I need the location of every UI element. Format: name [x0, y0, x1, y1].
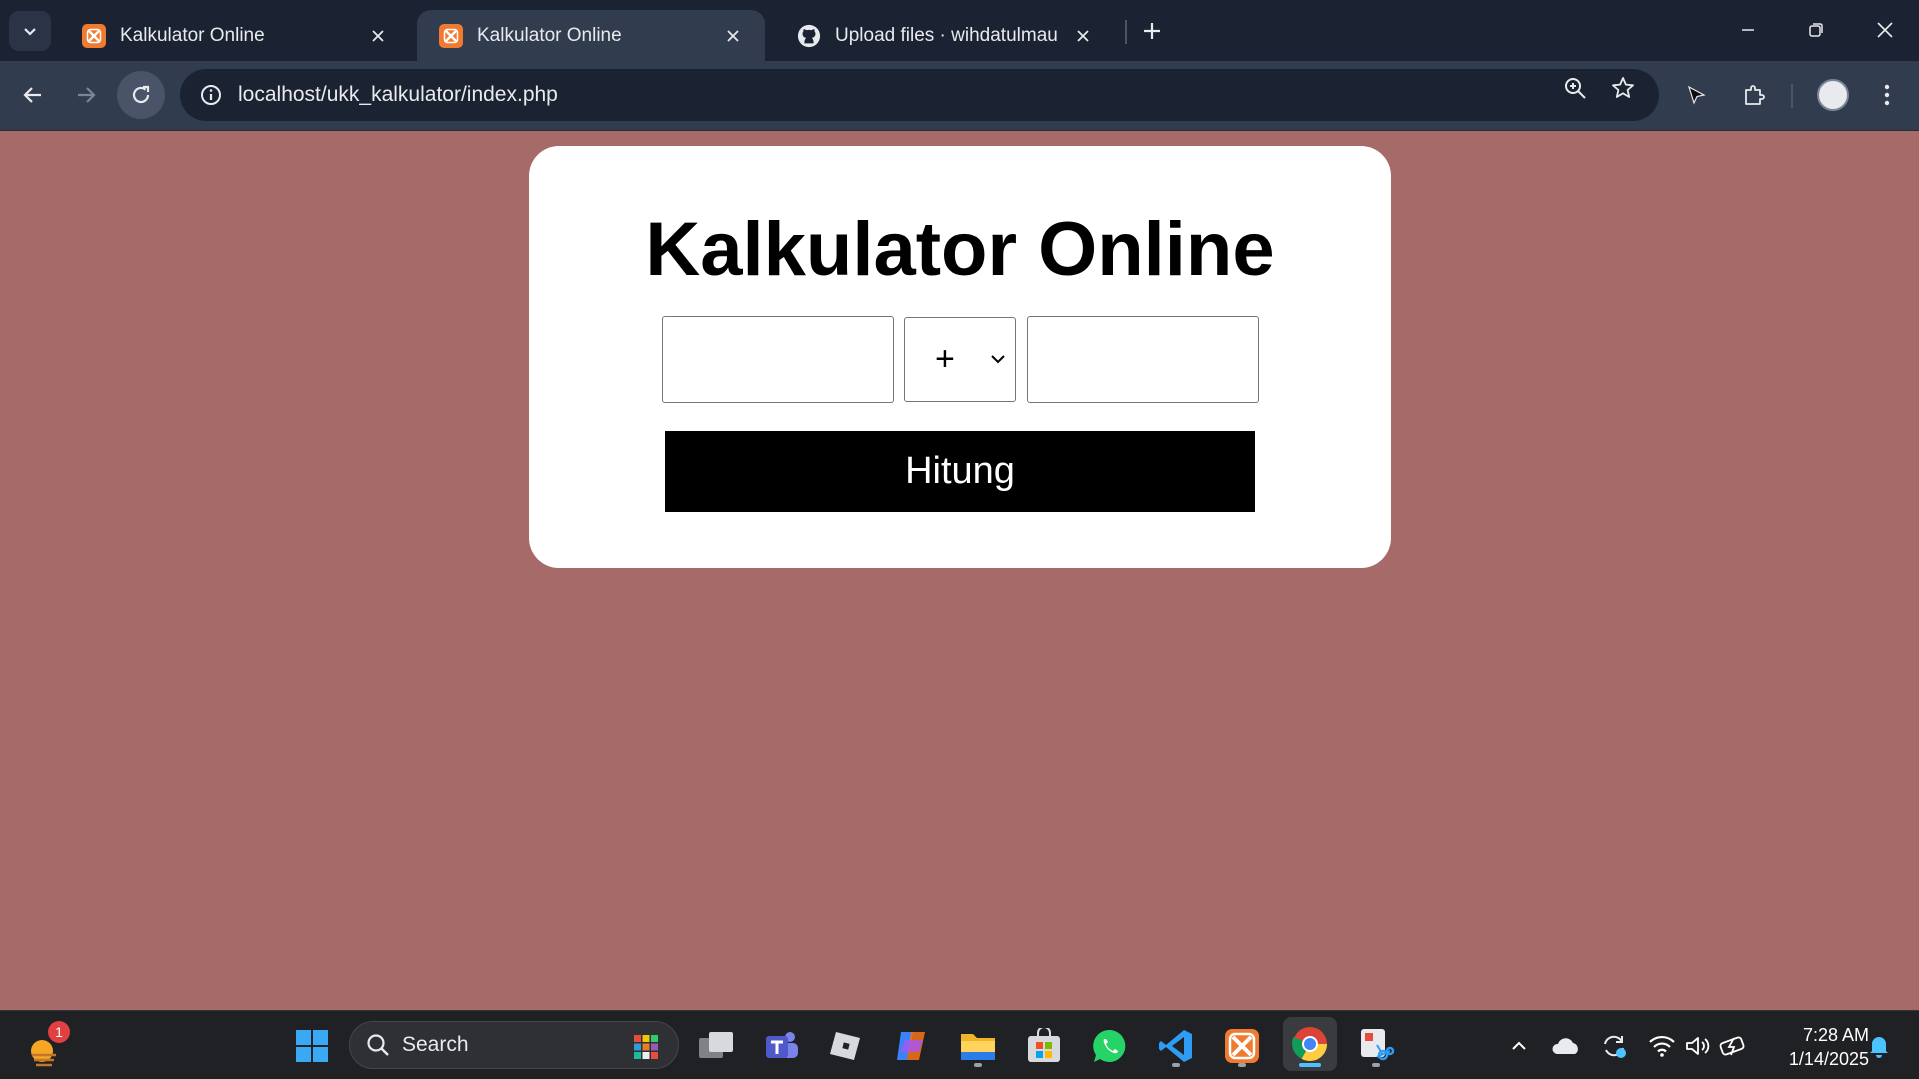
operator-selected-value: +: [935, 340, 955, 378]
tab-separator: [1125, 20, 1127, 44]
chrome-icon[interactable]: [1283, 1017, 1337, 1071]
back-button[interactable]: [9, 71, 57, 119]
close-tab-icon[interactable]: [366, 24, 390, 48]
running-indicator: [1238, 1063, 1246, 1067]
chevron-down-icon: [24, 28, 36, 36]
browser-toolbar: localhost/ukk_kalkulator/index.php: [0, 61, 1919, 131]
system-clock[interactable]: 7:28 AM 1/14/2025: [1765, 1023, 1869, 1071]
tab-search-button[interactable]: [9, 11, 51, 51]
browser-tab-1[interactable]: Kalkulator Online: [60, 10, 410, 61]
minimize-icon: [1742, 29, 1754, 31]
battery-charging-icon[interactable]: [1719, 1031, 1749, 1061]
address-bar[interactable]: localhost/ukk_kalkulator/index.php: [180, 69, 1659, 121]
running-indicator: [974, 1063, 982, 1067]
profile-avatar[interactable]: [1817, 79, 1849, 111]
menu-kebab-icon[interactable]: [1867, 75, 1907, 115]
running-indicator: [1172, 1063, 1180, 1067]
restore-icon: [1809, 23, 1823, 37]
extensions-puzzle-icon[interactable]: [1734, 75, 1774, 115]
arrow-left-icon: [23, 87, 41, 103]
cursor-extension-icon[interactable]: [1676, 75, 1716, 115]
search-highlight-icon: [632, 1033, 660, 1061]
notification-bell-icon[interactable]: [1864, 1031, 1894, 1061]
tab-title: Kalkulator Online: [120, 24, 265, 46]
teams-icon[interactable]: [756, 1021, 806, 1071]
page-title: Kalkulator Online: [645, 207, 1275, 292]
running-indicator: [1372, 1063, 1380, 1067]
file-explorer-icon[interactable]: [953, 1021, 1003, 1071]
wifi-icon[interactable]: [1647, 1031, 1677, 1061]
notification-badge: 1: [48, 1021, 70, 1043]
search-label: Search: [402, 1033, 469, 1056]
task-view-icon[interactable]: [691, 1021, 741, 1071]
windows-logo-icon: [296, 1030, 328, 1062]
browser-tab-2-active[interactable]: Kalkulator Online: [417, 10, 765, 61]
bookmark-star-icon[interactable]: [1610, 75, 1636, 101]
hitung-button[interactable]: Hitung: [665, 431, 1255, 512]
volume-icon[interactable]: [1682, 1031, 1712, 1061]
tab-title: Kalkulator Online: [477, 24, 622, 46]
arrow-right-icon: [78, 87, 96, 103]
site-info-icon[interactable]: [184, 84, 238, 106]
github-icon: [797, 24, 821, 48]
tab-title: Upload files · wihdatulmaulazuh: [835, 24, 1059, 46]
start-button[interactable]: [287, 1021, 337, 1071]
url-text: localhost/ukk_kalkulator/index.php: [238, 83, 558, 106]
roblox-icon[interactable]: [821, 1021, 871, 1071]
restore-button[interactable]: [1786, 8, 1846, 52]
operator-select[interactable]: +: [904, 317, 1016, 402]
first-number-input[interactable]: [662, 316, 894, 403]
close-tab-icon[interactable]: [1071, 24, 1095, 48]
vscode-icon[interactable]: [1151, 1021, 1201, 1071]
onedrive-cloud-icon[interactable]: [1551, 1031, 1581, 1061]
xampp-icon: [82, 23, 106, 48]
copilot-icon[interactable]: [887, 1021, 937, 1071]
clock-date: 1/14/2025: [1788, 1049, 1869, 1069]
close-tab-icon[interactable]: [721, 24, 745, 48]
chevron-down-icon: [987, 348, 1009, 375]
second-number-input[interactable]: [1027, 316, 1259, 403]
new-tab-button[interactable]: [1136, 13, 1168, 49]
chevron-up-icon[interactable]: [1504, 1031, 1534, 1061]
active-indicator: [1299, 1063, 1321, 1067]
forward-button[interactable]: [62, 71, 110, 119]
xampp-icon[interactable]: [1217, 1021, 1267, 1071]
calculator-card: Kalkulator Online + Hitung: [529, 146, 1391, 568]
close-window-button[interactable]: [1855, 8, 1915, 52]
windows-taskbar: 1 Search 7:28 AM 1/14/2025: [0, 1010, 1919, 1079]
xampp-icon: [439, 23, 463, 48]
browser-tab-3[interactable]: Upload files · wihdatulmaulazuh: [775, 10, 1115, 61]
sync-icon[interactable]: [1599, 1031, 1629, 1061]
minimize-button[interactable]: [1718, 8, 1778, 52]
toolbar-separator: [1791, 84, 1793, 108]
browser-tab-strip: Kalkulator Online Kalkulator Online Uplo…: [0, 0, 1919, 61]
snipping-tool-icon[interactable]: [1351, 1021, 1401, 1071]
whatsapp-icon[interactable]: [1085, 1021, 1135, 1071]
taskbar-search-box[interactable]: Search: [349, 1021, 679, 1069]
reload-icon: [132, 85, 150, 104]
reload-button[interactable]: [117, 71, 165, 119]
plus-icon: [1144, 23, 1160, 39]
zoom-icon[interactable]: [1562, 75, 1588, 101]
close-icon: [1877, 22, 1893, 38]
microsoft-store-icon[interactable]: [1019, 1021, 1069, 1071]
clock-time: 7:28 AM: [1802, 1025, 1869, 1045]
search-icon: [366, 1033, 390, 1057]
